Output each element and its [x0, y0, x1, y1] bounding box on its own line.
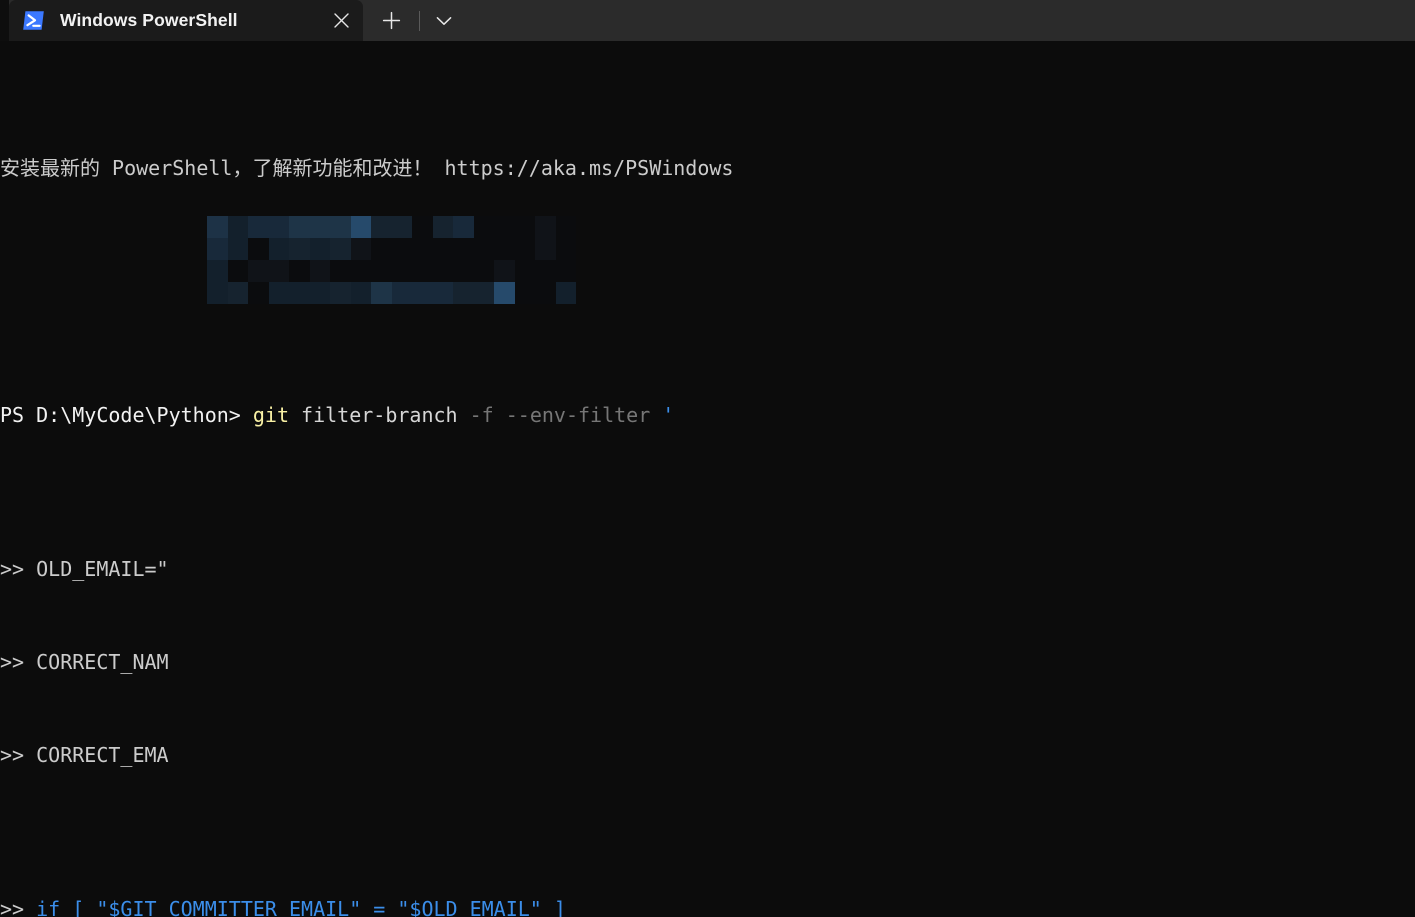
- redacted-line-correct-name: >> CORRECT_NAM: [0, 647, 1415, 678]
- prompt-command: git: [252, 402, 289, 427]
- prompt-prefix: PS D:\MyCode\Python>: [0, 402, 253, 427]
- titlebar-drag-region[interactable]: [468, 0, 1415, 41]
- new-tab-button[interactable]: [363, 0, 419, 41]
- titlebar-left-edge: [0, 0, 9, 41]
- prompt-line: PS D:\MyCode\Python> git filter-branch -…: [0, 400, 1415, 431]
- redacted-line-visible-text: >> CORRECT_NAM: [0, 650, 169, 675]
- terminal-screen: 安装最新的 PowerShell，了解新功能和改进！ https://aka.m…: [0, 41, 1415, 917]
- tab-title: Windows PowerShell: [60, 10, 238, 30]
- prompt-flags: -f --env-filter: [469, 402, 651, 427]
- prompt-quote: ': [650, 402, 675, 427]
- close-icon[interactable]: [319, 0, 363, 41]
- terminal-viewport[interactable]: 安装最新的 PowerShell，了解新功能和改进！ https://aka.m…: [0, 41, 1415, 917]
- prompt-subcommand: filter-branch: [289, 402, 470, 427]
- title-bar: Windows PowerShell: [0, 0, 1415, 41]
- script-line-0: >> if [ "$GIT_COMMITTER_EMAIL" = "$OLD_E…: [0, 894, 1415, 917]
- redacted-line-correct-email: >> CORRECT_EMA: [0, 740, 1415, 771]
- powershell-icon: [21, 8, 46, 33]
- redacted-line-visible-text: >> CORRECT_EMA: [0, 742, 169, 767]
- banner-line: 安装最新的 PowerShell，了解新功能和改进！ https://aka.m…: [0, 155, 734, 180]
- redacted-line-visible-text: >> OLD_EMAIL=": [0, 557, 169, 582]
- continuation-prefix: >>: [0, 897, 37, 917]
- new-tab-group: [363, 0, 468, 41]
- chevron-down-icon[interactable]: [420, 0, 468, 41]
- tab-windows-powershell[interactable]: Windows PowerShell: [9, 0, 363, 41]
- redacted-line-old-email: >> OLD_EMAIL=": [0, 554, 1415, 585]
- script-line-text: if [ "$GIT_COMMITTER_EMAIL" = "$OLD_EMAI…: [36, 897, 566, 917]
